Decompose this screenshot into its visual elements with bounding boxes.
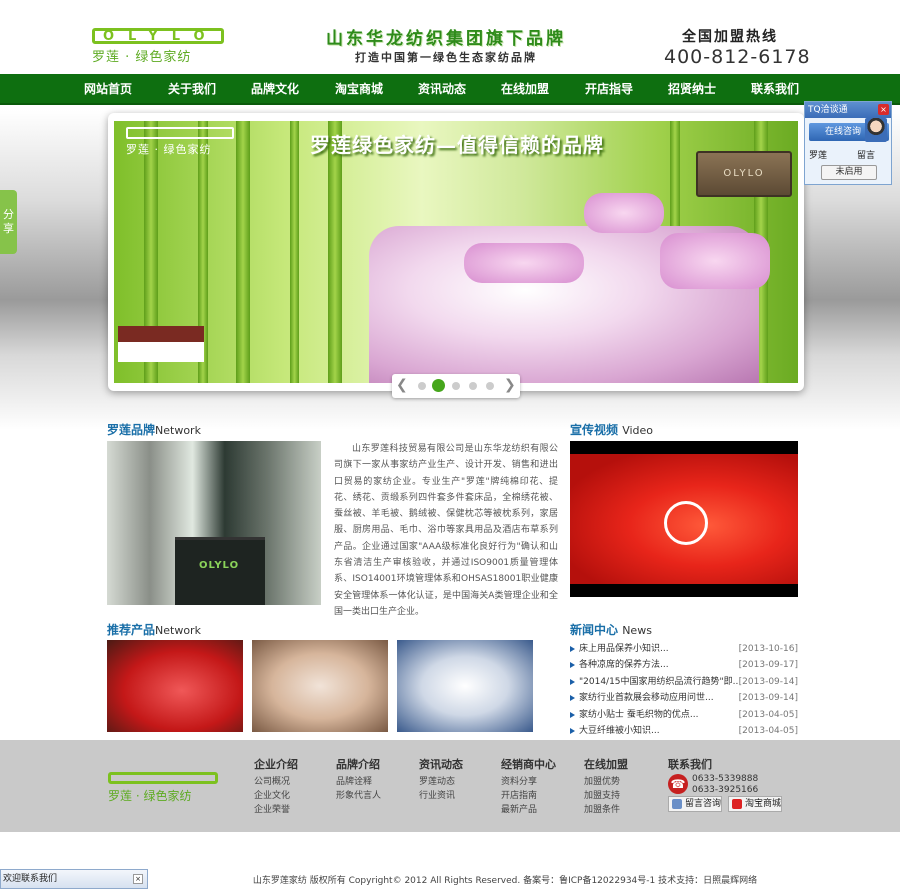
- footer-link[interactable]: 加盟优势: [584, 775, 628, 789]
- footer-link[interactable]: 罗莲动态: [419, 775, 463, 789]
- nav-item-franchise[interactable]: 在线加盟: [483, 74, 567, 105]
- site-footer: 罗莲 · 绿色家纺 企业介绍 公司概况 企业文化 企业荣誉 品牌介绍 品牌诠释 …: [0, 740, 900, 832]
- footer-link[interactable]: 开店指南: [501, 789, 556, 803]
- list-item[interactable]: 床上用品保养小知识... [2013-10-16]: [570, 641, 798, 657]
- nav-item-brand-culture[interactable]: 品牌文化: [233, 74, 317, 105]
- pillow: [584, 193, 664, 233]
- message-icon: [672, 799, 682, 809]
- footer-column-contact: 联系我们 ☎ 0633-5339888 0633-3925166 留言咨询 淘宝…: [668, 756, 792, 832]
- brand-section-title: 罗莲品牌Network: [107, 423, 201, 437]
- banner-logo: 罗莲 · 绿色家纺: [126, 127, 234, 159]
- close-icon[interactable]: ×: [133, 874, 143, 884]
- footer-logo[interactable]: 罗莲 · 绿色家纺: [108, 772, 218, 808]
- header-slogan-sub: 打造中国第一绿色生态家纺品牌: [355, 51, 537, 64]
- taobao-mall-button[interactable]: 淘宝商城: [728, 796, 783, 812]
- nav-item-taobao[interactable]: 淘宝商城: [317, 74, 401, 105]
- store-counter: OLYLO: [175, 537, 265, 605]
- nav-item-careers[interactable]: 招贤纳士: [650, 74, 734, 105]
- video-screen: [570, 454, 798, 584]
- footer-link[interactable]: 资料分享: [501, 775, 556, 789]
- pillow: [660, 233, 770, 289]
- logo-subtitle: 罗莲 · 绿色家纺: [92, 50, 192, 65]
- nav-item-about[interactable]: 关于我们: [150, 74, 234, 105]
- video-section-title: 宣传视频 Video: [570, 423, 654, 437]
- close-icon[interactable]: ×: [878, 104, 889, 115]
- tq-message-link[interactable]: 留言: [857, 148, 875, 161]
- footer-link[interactable]: 最新产品: [501, 803, 556, 817]
- tq-user-name: 罗莲: [809, 151, 828, 161]
- taobao-icon: [732, 799, 742, 809]
- house-illustration: [118, 326, 204, 362]
- bamboo-stalk: [236, 121, 250, 383]
- product-image-blue-bedding[interactable]: [397, 640, 533, 732]
- banner-logo-mark: [126, 127, 234, 139]
- phone-icon: ☎: [668, 774, 688, 794]
- hero-banner: 罗莲 · 绿色家纺 罗莲绿色家纺—值得信赖的品牌 OLYLO: [108, 113, 804, 391]
- products-section-title: 推荐产品Network: [107, 623, 201, 637]
- slider-controls: ❮ ❯: [392, 374, 520, 398]
- product-image-red-bedding[interactable]: [107, 640, 243, 732]
- nav-item-store-guide[interactable]: 开店指导: [567, 74, 651, 105]
- product-image-floral-bedding[interactable]: [252, 640, 388, 732]
- share-tab[interactable]: 分享: [0, 190, 17, 254]
- slider-prev-icon[interactable]: ❮: [396, 377, 408, 393]
- slider-dot-4[interactable]: [469, 382, 477, 390]
- promo-video-player[interactable]: [570, 441, 798, 597]
- nav-item-news[interactable]: 资讯动态: [400, 74, 484, 105]
- footer-link[interactable]: 行业资讯: [419, 789, 463, 803]
- footer-link[interactable]: 加盟支持: [584, 789, 628, 803]
- footer-logo-mark: [108, 772, 218, 784]
- site-logo[interactable]: OLYLO 罗莲 · 绿色家纺: [92, 28, 224, 68]
- slider-next-icon[interactable]: ❯: [504, 377, 516, 393]
- news-list: 床上用品保养小知识... [2013-10-16] 各种凉席的保养方法... [20…: [570, 641, 798, 739]
- footer-column-brand: 品牌介绍 品牌诠释 形象代言人: [336, 758, 382, 803]
- footer-column-dealer: 经销商中心 资料分享 开店指南 最新产品: [501, 758, 556, 817]
- list-item[interactable]: 大豆纤维被小知识... [2013-04-05]: [570, 723, 798, 739]
- brand-description: 山东罗莲科技贸易有限公司是山东华龙纺织有限公司旗下一家从事家纺产业生产、设计开发…: [334, 444, 558, 617]
- banner-sign: OLYLO: [696, 151, 792, 197]
- slider-dot-5[interactable]: [486, 382, 494, 390]
- slider-dot-1[interactable]: [418, 382, 426, 390]
- footer-column-news: 资讯动态 罗莲动态 行业资讯: [419, 758, 463, 803]
- footer-link[interactable]: 企业文化: [254, 789, 298, 803]
- list-item[interactable]: "2014/15中国家用纺织品流行趋势"即... [2013-09-14]: [570, 674, 798, 690]
- footer-link[interactable]: 公司概况: [254, 775, 298, 789]
- hotline-number: 400-812-6178: [664, 46, 811, 68]
- main-nav: 网站首页 关于我们 品牌文化 淘宝商城 资讯动态 在线加盟 开店指导 招贤纳士 …: [0, 74, 900, 105]
- hotline-label: 全国加盟热线: [682, 29, 778, 45]
- footer-link[interactable]: 品牌诠释: [336, 775, 381, 789]
- logo-mark: OLYLO: [92, 28, 224, 44]
- store-photo[interactable]: OLYLO: [107, 441, 321, 605]
- banner-title: 罗莲绿色家纺—值得信赖的品牌: [310, 133, 604, 157]
- pillow: [464, 243, 584, 283]
- list-item[interactable]: 家纺行业首款展会移动应用问世... [2013-09-14]: [570, 690, 798, 706]
- site-header: OLYLO 罗莲 · 绿色家纺 山东华龙纺织集团旗下品牌 打造中国第一绿色生态家…: [0, 0, 900, 74]
- header-slogan: 山东华龙纺织集团旗下品牌: [326, 29, 566, 49]
- slider-dot-2[interactable]: [432, 379, 445, 392]
- welcome-contact-bar[interactable]: 欢迎联系我们 ×: [0, 869, 148, 889]
- slider-dot-3[interactable]: [452, 382, 460, 390]
- footer-link[interactable]: 形象代言人: [336, 789, 381, 803]
- list-item[interactable]: 各种凉席的保养方法... [2013-09-17]: [570, 657, 798, 673]
- contact-phones: 0633-5339888 0633-3925166: [692, 774, 759, 795]
- list-item[interactable]: 家纺小贴士 蚕毛织物的优点... [2013-04-05]: [570, 707, 798, 723]
- tq-chat-panel: TQ洽谈通 × 在线咨询 罗莲 留言 未启用: [804, 101, 892, 185]
- bamboo-stalk: [290, 121, 299, 383]
- footer-column-franchise: 在线加盟 加盟优势 加盟支持 加盟条件: [584, 758, 628, 817]
- nav-item-home[interactable]: 网站首页: [66, 74, 150, 105]
- play-icon[interactable]: [664, 501, 708, 545]
- tq-status-button[interactable]: 未启用: [821, 165, 877, 180]
- bamboo-stalk: [328, 121, 342, 383]
- news-section-title: 新闻中心 News: [570, 623, 652, 637]
- footer-column-company: 企业介绍 公司概况 企业文化 企业荣誉: [254, 758, 298, 817]
- agent-avatar: [865, 118, 887, 142]
- message-consult-button[interactable]: 留言咨询: [668, 796, 723, 812]
- footer-link[interactable]: 企业荣誉: [254, 803, 298, 817]
- banner-image[interactable]: 罗莲 · 绿色家纺 罗莲绿色家纺—值得信赖的品牌 OLYLO: [114, 121, 798, 383]
- footer-link[interactable]: 加盟条件: [584, 803, 628, 817]
